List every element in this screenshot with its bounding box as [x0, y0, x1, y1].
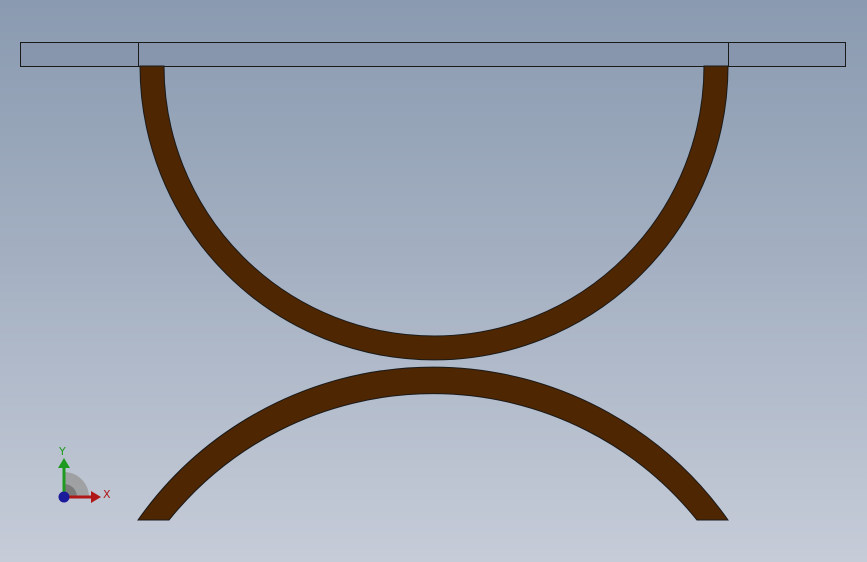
model-canvas[interactable]: Y X — [0, 0, 867, 562]
upper-arc-leg[interactable] — [139, 65, 729, 361]
tabletop[interactable] — [20, 42, 846, 67]
x-axis-label: X — [103, 488, 111, 501]
x-axis-arrow-icon — [91, 491, 101, 503]
tabletop-slab[interactable] — [20, 42, 846, 67]
y-axis-arrow-icon — [58, 458, 70, 468]
lower-arc-leg[interactable] — [137, 366, 729, 521]
reference-triad[interactable]: Y X — [58, 445, 111, 503]
y-axis-label: Y — [58, 445, 66, 458]
z-axis-dot-icon — [58, 491, 70, 503]
graphics-viewport[interactable]: Y X — [0, 0, 867, 562]
